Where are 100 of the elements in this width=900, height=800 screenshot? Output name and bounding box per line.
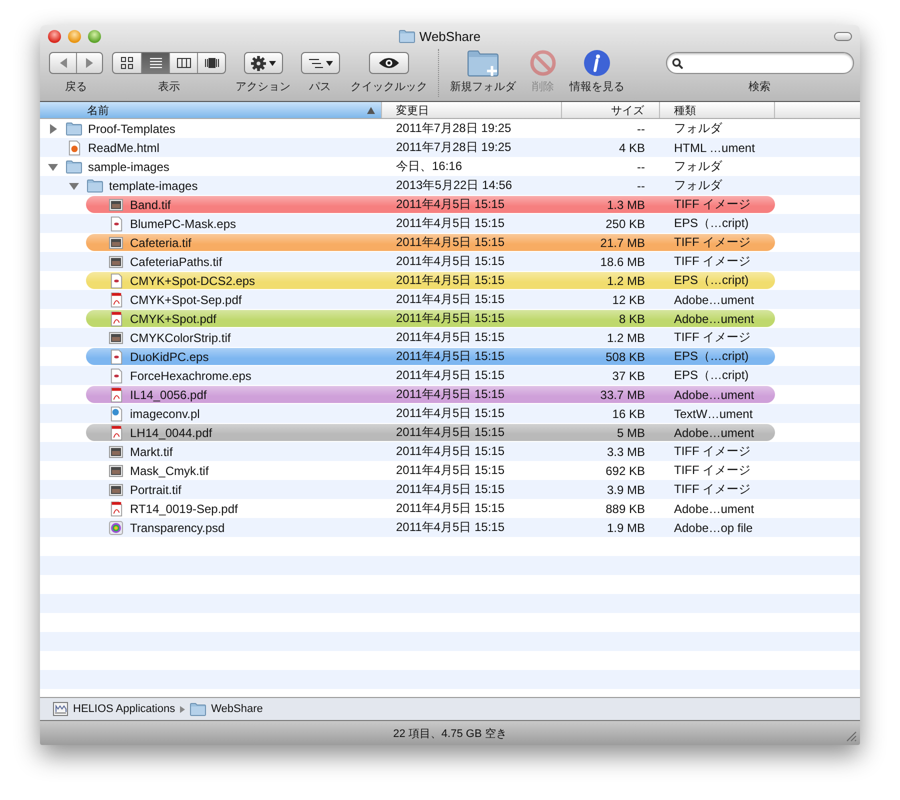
cover-flow-icon (204, 58, 218, 68)
file-size: 1.3 MB (606, 198, 645, 212)
file-size: 21.7 MB (600, 236, 645, 250)
folder-icon (66, 160, 82, 174)
modified-date: 2011年4月5日 15:15 (396, 310, 505, 327)
file-type: Adobe…op file (674, 520, 753, 534)
file-name: Portrait.tif (130, 482, 182, 496)
modified-date: 2011年4月5日 15:15 (396, 348, 505, 365)
file-type: TIFF イメージ (674, 196, 751, 213)
view-mode-button[interactable] (141, 53, 169, 73)
close-button[interactable] (48, 30, 61, 42)
toolbar-label: 表示 (158, 80, 180, 94)
file-type: TIFF イメージ (674, 329, 751, 346)
resize-grip-icon[interactable] (846, 731, 857, 742)
column-header[interactable]: サイズ (562, 102, 660, 118)
search-icon (672, 58, 682, 68)
color-wheel-icon (109, 520, 123, 534)
sort-arrow-icon (367, 106, 375, 114)
file-name: ForceHexachrome.eps (130, 368, 252, 382)
file-name: Markt.tif (130, 444, 173, 458)
file-name: DuoKidPC.eps (130, 350, 209, 364)
disclosure-triangle[interactable] (69, 180, 79, 190)
file-size: 889 KB (606, 502, 645, 516)
file-type: EPS（…cript) (674, 367, 749, 384)
icon-view-icon (121, 57, 133, 69)
toolbar-label: 新規フォルダ (450, 80, 516, 94)
document-icon (110, 310, 122, 326)
file-size: 1.9 MB (606, 520, 645, 534)
file-type: TIFF イメージ (674, 253, 751, 270)
action-button[interactable] (244, 52, 282, 74)
column-header[interactable]: 名前 (40, 102, 382, 118)
file-size: 37 KB (612, 368, 645, 382)
folder-icon (190, 702, 206, 716)
path-item[interactable]: WebShare (211, 703, 263, 715)
file-type: Adobe…ument (674, 312, 754, 326)
modified-date: 2011年7月28日 19:25 (396, 120, 512, 137)
info-button[interactable] (583, 49, 611, 77)
modified-date: 2011年4月5日 15:15 (396, 196, 505, 213)
modified-date: 2011年4月5日 15:15 (396, 500, 505, 517)
file-size: 1.2 MB (606, 330, 645, 344)
file-size: 250 KB (606, 216, 645, 230)
document-icon (110, 368, 122, 384)
file-size: 508 KB (606, 350, 645, 364)
file-name: CMYK+Spot.pdf (130, 312, 216, 326)
file-name: Transparency.psd (130, 520, 225, 534)
list-view-icon (149, 58, 162, 68)
file-name: IL14_0056.pdf (130, 388, 207, 402)
path-button[interactable] (300, 52, 340, 74)
document-icon (110, 424, 122, 440)
file-size: -- (637, 178, 645, 192)
toolbar-toggle-button[interactable] (834, 32, 852, 40)
forward-arrow-icon (85, 58, 94, 68)
document-icon (110, 386, 122, 402)
file-name: LH14_0044.pdf (130, 426, 212, 440)
file-name: template-images (109, 178, 198, 192)
document-icon (68, 140, 80, 156)
column-header[interactable]: 変更日 (382, 102, 562, 118)
disclosure-triangle[interactable] (48, 162, 58, 172)
new-folder-icon (466, 49, 500, 77)
file-type: EPS（…cript) (674, 272, 749, 289)
new-folder-button[interactable] (466, 49, 500, 77)
file-size: 12 KB (612, 292, 645, 306)
file-type: Adobe…ument (674, 388, 754, 402)
file-name: Band.tif (130, 198, 171, 212)
image-thumbnail-icon (109, 444, 123, 458)
image-thumbnail-icon (109, 482, 123, 496)
file-name: CMYK+Spot-DCS2.eps (130, 274, 256, 288)
file-size: 4 KB (618, 140, 645, 154)
document-icon (110, 348, 122, 364)
window-title: WebShare (419, 28, 481, 44)
modified-date: 2011年4月5日 15:15 (396, 329, 505, 346)
column-view-icon (176, 58, 190, 68)
file-type: EPS（…cript) (674, 215, 749, 232)
file-size: 18.6 MB (600, 254, 645, 268)
modified-date: 2011年4月5日 15:15 (396, 272, 505, 289)
application-icon (53, 702, 68, 716)
file-name: CafeteriaPaths.tif (130, 254, 222, 268)
search-field[interactable] (666, 52, 854, 74)
file-type: フォルダ (674, 120, 722, 137)
file-name: Cafeteria.tif (130, 236, 192, 250)
modified-date: 今日、16:16 (396, 158, 462, 175)
toolbar-label: パス (309, 80, 331, 94)
image-thumbnail-icon (109, 464, 123, 478)
toolbar-label: 削除 (532, 80, 554, 94)
disclosure-triangle[interactable] (48, 124, 58, 134)
modified-date: 2011年7月28日 19:25 (396, 139, 512, 156)
file-size: 3.3 MB (606, 444, 645, 458)
document-icon (110, 216, 122, 232)
zoom-button[interactable] (88, 30, 101, 42)
path-item[interactable]: HELIOS Applications (73, 703, 176, 715)
toolbar-label: クイックルック (350, 80, 428, 94)
file-type: HTML …ument (674, 140, 755, 154)
quick-look-button[interactable] (369, 52, 409, 74)
column-header[interactable]: 種類 (660, 102, 775, 118)
image-thumbnail-icon (109, 330, 123, 344)
modified-date: 2011年4月5日 15:15 (396, 291, 505, 308)
file-name: CMYK+Spot-Sep.pdf (130, 292, 242, 306)
file-type: TIFF イメージ (674, 481, 751, 498)
file-size: -- (637, 160, 645, 174)
file-size: 33.7 MB (600, 388, 645, 402)
